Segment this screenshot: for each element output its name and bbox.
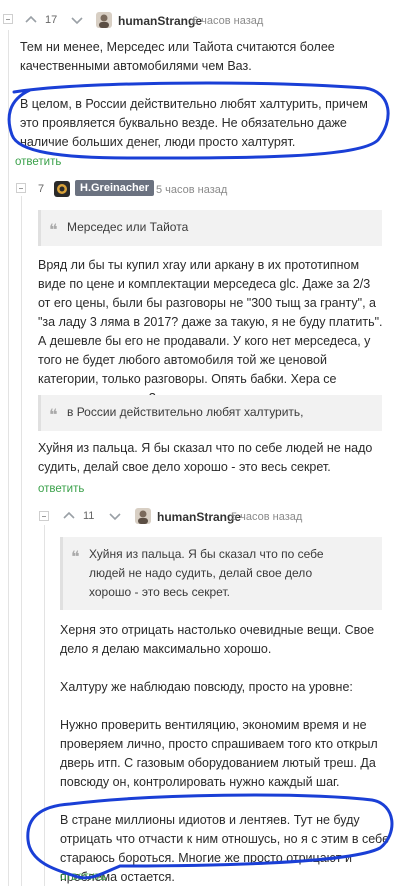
comment-rating: 17 (45, 14, 58, 26)
hand-drawn-circle (26, 793, 394, 880)
quote-block: ❝ Мерседес или Тайота (38, 210, 382, 246)
quote-text: Мерседес или Тайота (67, 220, 189, 234)
collapse-toggle[interactable] (39, 511, 49, 521)
avatar[interactable] (135, 508, 151, 524)
quote-text: Хуйня из пальца. Я бы сказал что по себе… (89, 547, 324, 599)
comment-paragraph: Хуйня из пальца. Я бы сказал что по себе… (38, 441, 373, 474)
comment-rating: 7 (38, 183, 45, 195)
quote-icon: ❝ (71, 547, 80, 566)
comment-rating: 11 (83, 510, 95, 522)
comment-paragraph: Тем ни менее, Мерседес или Тайота считаю… (20, 40, 335, 73)
quote-text: в России действительно любят халтурить, (67, 405, 304, 419)
collapse-toggle[interactable] (3, 14, 13, 24)
avatar[interactable] (96, 12, 112, 28)
comment-paragraph: Херня это отрицать настолько очевидные в… (60, 623, 375, 656)
reply-link[interactable]: ответить (38, 483, 84, 495)
comment-paragraph: Халтуру же наблюдаю повсюду, просто на у… (60, 680, 353, 694)
collapse-toggle[interactable] (16, 183, 26, 193)
thread-line-2 (21, 196, 22, 886)
comment-author[interactable]: humanStrange (118, 14, 202, 28)
upvote-icon[interactable] (23, 12, 39, 28)
quote-icon: ❝ (49, 220, 58, 239)
downvote-icon[interactable] (69, 12, 85, 28)
downvote-icon[interactable] (107, 508, 123, 524)
hand-drawn-circle (7, 81, 390, 160)
quote-block: ❝ в России действительно любят халтурить… (38, 395, 382, 431)
upvote-icon[interactable] (61, 508, 77, 524)
quote-block: ❝ Хуйня из пальца. Я бы сказал что по се… (60, 537, 382, 610)
comment-author[interactable]: H.Greinacher (75, 180, 155, 196)
comment-time: 5 часов назад (156, 184, 228, 196)
comment-paragraph: Нужно проверить вентиляцию, экономим вре… (60, 718, 378, 789)
comment-time: 6 часов назад (192, 15, 264, 27)
avatar[interactable] (54, 181, 70, 197)
comment-author[interactable]: humanStrange (157, 510, 241, 524)
comment-time: 5 часов назад (231, 511, 303, 523)
comment-paragraph: Вряд ли бы ты купил xray или аркану в их… (38, 258, 383, 405)
quote-icon: ❝ (49, 405, 58, 424)
